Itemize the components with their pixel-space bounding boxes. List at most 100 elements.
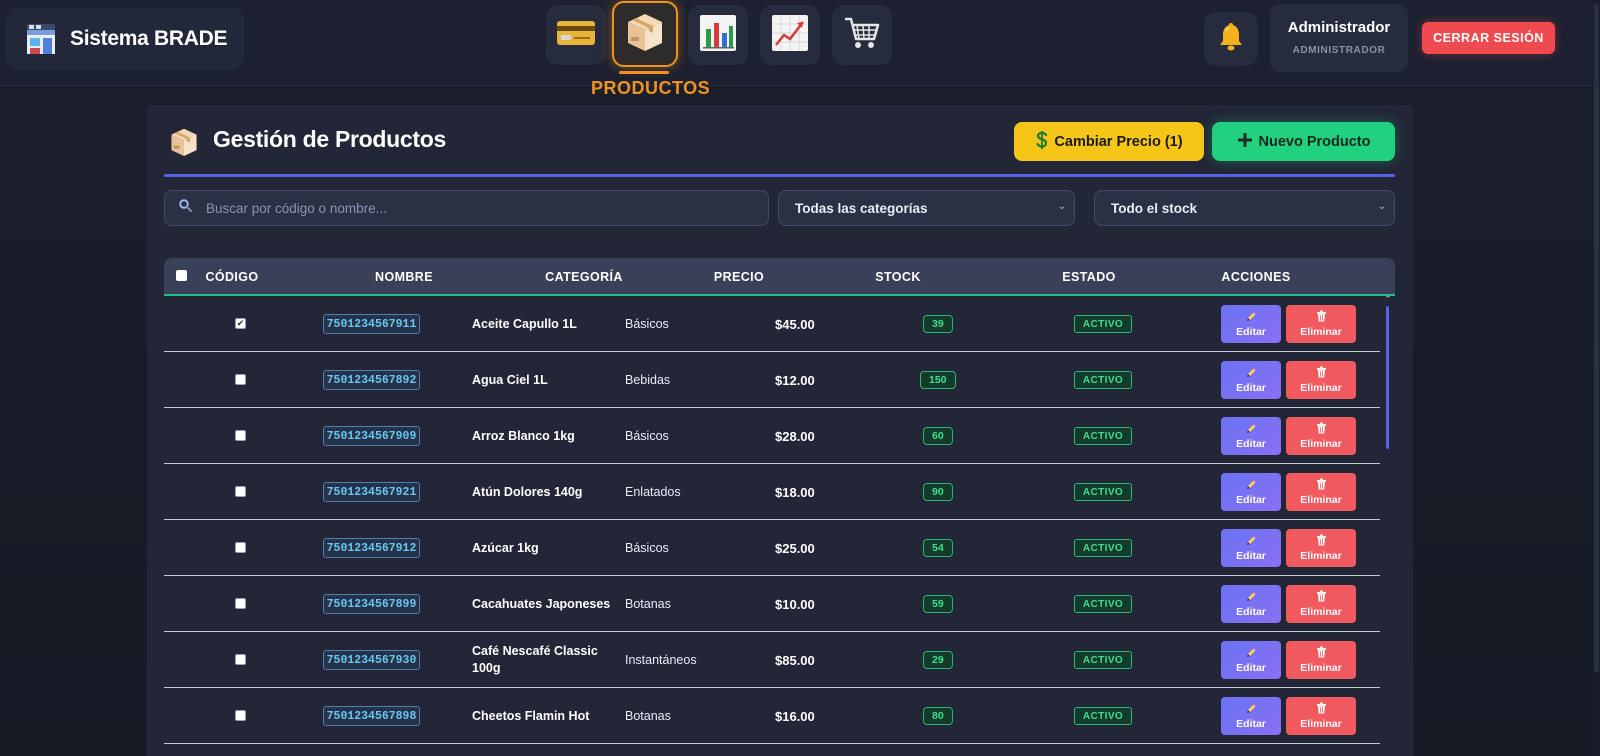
category-select[interactable]: Todas las categorías ⌄ (778, 190, 1075, 226)
change-price-button[interactable]: Cambiar Precio (1) (1014, 122, 1204, 161)
edit-button[interactable]: Editar (1221, 305, 1281, 343)
delete-button[interactable]: Eliminar (1286, 473, 1356, 511)
edit-button[interactable]: Editar (1221, 641, 1281, 679)
delete-label: Eliminar (1300, 382, 1342, 394)
logout-button[interactable]: CERRAR SESIÓN (1422, 22, 1555, 54)
col-code[interactable]: CÓDIGO (204, 258, 260, 296)
product-category: Básicos (625, 429, 669, 443)
delete-label: Eliminar (1300, 550, 1342, 562)
active-nav-indicator (619, 71, 669, 74)
user-profile[interactable]: Administrador ADMINISTRADOR (1270, 4, 1408, 72)
row-checkbox[interactable]: ✔ (235, 318, 246, 329)
pencil-icon (1246, 703, 1257, 717)
status-badge: ACTIVO (1074, 483, 1132, 501)
col-price[interactable]: PRECIO (709, 258, 769, 296)
nav-item-products[interactable] (612, 1, 678, 67)
delete-button[interactable]: Eliminar (1286, 305, 1356, 343)
product-name: Café Nescafé Classic 100g (472, 644, 598, 675)
edit-button[interactable]: Editar (1221, 585, 1281, 623)
product-code: 7501234567912 (323, 538, 420, 558)
scroll-up-arrow[interactable]: ⌃ (1384, 296, 1392, 305)
stock-badge: 150 (920, 371, 956, 389)
product-price: $12.00 (775, 372, 815, 388)
stock-badge: 60 (923, 427, 953, 445)
brand[interactable]: Sistema BRADE (6, 7, 244, 70)
status-badge: ACTIVO (1074, 651, 1132, 669)
edit-button[interactable]: Editar (1221, 697, 1281, 735)
product-price: $25.00 (775, 540, 815, 556)
row-checkbox[interactable] (235, 374, 246, 385)
stock-badge: 90 (923, 483, 953, 501)
edit-label: Editar (1236, 717, 1266, 730)
delete-label: Eliminar (1300, 326, 1342, 338)
col-status[interactable]: ESTADO (1054, 258, 1124, 296)
stock-badge: 54 (923, 539, 953, 557)
delete-button[interactable]: Eliminar (1286, 697, 1356, 735)
delete-button[interactable]: Eliminar (1286, 585, 1356, 623)
status-badge: ACTIVO (1074, 427, 1132, 445)
trash-icon (1316, 366, 1327, 381)
nav-item-stats[interactable] (760, 5, 820, 65)
product-category: Bebidas (625, 373, 671, 387)
nav-item-sales[interactable] (546, 5, 606, 65)
stock-badge: 80 (923, 707, 953, 725)
search-box[interactable] (164, 190, 769, 226)
row-checkbox[interactable] (235, 542, 246, 553)
page-scrollbar[interactable] (1594, 4, 1599, 672)
status-badge: ACTIVO (1074, 539, 1132, 557)
pencil-icon (1246, 311, 1257, 325)
col-category[interactable]: CATEGORÍA (534, 258, 634, 296)
product-name: Cheetos Flamin Hot (472, 708, 590, 723)
table-row: 7501234567912 Azúcar 1kg Básicos $25.00 … (164, 520, 1380, 576)
product-name: Cacahuates Japoneses (472, 596, 611, 611)
row-checkbox[interactable] (235, 430, 246, 441)
notifications-button[interactable] (1204, 12, 1258, 66)
brand-title: Sistema BRADE (70, 26, 228, 50)
delete-button[interactable]: Eliminar (1286, 641, 1356, 679)
nav-item-reports[interactable] (688, 5, 748, 65)
delete-label: Eliminar (1300, 494, 1342, 506)
edit-button[interactable]: Editar (1221, 361, 1281, 399)
edit-button[interactable]: Editar (1221, 417, 1281, 455)
delete-button[interactable]: Eliminar (1286, 417, 1356, 455)
product-code: 7501234567930 (323, 650, 420, 670)
delete-label: Eliminar (1300, 718, 1342, 730)
col-name[interactable]: NOMBRE (364, 258, 444, 296)
row-checkbox[interactable] (235, 486, 246, 497)
pencil-icon (1246, 367, 1257, 381)
product-price: $10.00 (775, 596, 815, 612)
delete-button[interactable]: Eliminar (1286, 361, 1356, 399)
product-category: Enlatados (625, 485, 681, 499)
plus-icon (1237, 132, 1253, 152)
new-product-button[interactable]: Nuevo Producto (1212, 122, 1395, 161)
pencil-icon (1246, 479, 1257, 493)
delete-label: Eliminar (1300, 438, 1342, 450)
row-checkbox[interactable] (235, 654, 246, 665)
col-actions: ACCIONES (1221, 270, 1291, 284)
trash-icon (1316, 310, 1327, 325)
stock-badge: 59 (923, 595, 953, 613)
edit-label: Editar (1236, 493, 1266, 506)
bar-chart-icon (698, 13, 738, 58)
col-stock[interactable]: STOCK (868, 258, 928, 296)
delete-button[interactable]: Eliminar (1286, 529, 1356, 567)
table-scrollbar[interactable] (1386, 306, 1389, 449)
trash-icon (1316, 590, 1327, 605)
edit-button[interactable]: Editar (1221, 473, 1281, 511)
search-input[interactable] (206, 200, 726, 216)
nav-item-cart[interactable] (832, 5, 892, 65)
product-name: Agua Ciel 1L (472, 372, 548, 387)
top-bar: Sistema BRADE PRODUCTOS Administrador AD… (0, 0, 1600, 98)
credit-card-icon (556, 19, 596, 52)
stock-select-value: Todo el stock (1111, 200, 1198, 216)
edit-button[interactable]: Editar (1221, 529, 1281, 567)
select-all-checkbox[interactable] (176, 270, 187, 281)
row-checkbox[interactable] (235, 598, 246, 609)
product-code: 7501234567921 (323, 482, 420, 502)
trash-icon (1316, 702, 1327, 717)
table-header: CÓDIGO NOMBRE CATEGORÍA PRECIO STOCK EST… (164, 258, 1395, 296)
product-price: $28.00 (775, 428, 815, 444)
row-checkbox[interactable] (235, 710, 246, 721)
stock-select[interactable]: Todo el stock ⌄ (1094, 190, 1395, 226)
product-code: 7501234567892 (323, 370, 420, 390)
